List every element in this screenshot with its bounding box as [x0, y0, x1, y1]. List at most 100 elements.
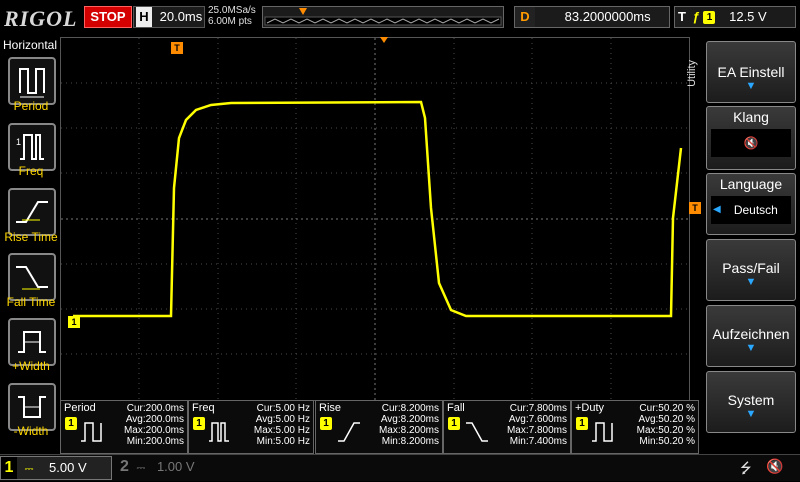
- aufzeichnen-button[interactable]: Aufzeichnen ▼: [706, 305, 796, 367]
- rising-edge-icon: ƒ: [692, 9, 700, 24]
- trigger-level: 12.5 V: [729, 9, 767, 24]
- min-value: Min:50.20 %: [639, 436, 695, 447]
- measurement-name: Rise: [319, 402, 342, 414]
- measurement-values: Cur:7.800ms Avg:7.600ms Max:7.800ms Min:…: [507, 403, 567, 447]
- freq-icon: [209, 422, 229, 442]
- measurement-values: Cur:50.20 % Avg:50.20 % Max:50.20 % Min:…: [637, 403, 695, 447]
- pass-fail-button[interactable]: Pass/Fail ▼: [706, 239, 796, 301]
- average-value: Avg:50.20 %: [638, 414, 695, 425]
- speaker-muted-icon: 🔇: [766, 458, 784, 474]
- measurement-values: Cur:8.200ms Avg:8.200ms Max:8.200ms Min:…: [379, 403, 439, 447]
- max-value: Max:5.00 Hz: [253, 425, 310, 436]
- rise-time-icon: [338, 422, 360, 442]
- channel-1-number: 1: [1, 457, 17, 479]
- waveform-display[interactable]: [60, 37, 690, 401]
- trigger-box[interactable]: T ƒ 1 12.5 V: [674, 6, 796, 28]
- fall-time-icon: [16, 266, 48, 290]
- rise-time-icon: [16, 201, 48, 223]
- average-value: Avg:5.00 Hz: [255, 414, 310, 425]
- measurement-fall[interactable]: Fall 1 Cur:7.800ms Avg:7.600ms Max:7.800…: [443, 400, 571, 454]
- period-icon: [19, 68, 45, 98]
- max-value: Max:8.200ms: [378, 425, 439, 436]
- language-label: Language: [719, 176, 783, 192]
- current-value: Cur:8.200ms: [381, 403, 439, 414]
- delay-label: D: [515, 7, 535, 27]
- max-value: Max:7.800ms: [506, 425, 567, 436]
- measurement-freq[interactable]: Freq 1 Cur:5.00 Hz Avg:5.00 Hz Max:5.00 …: [188, 400, 314, 454]
- sample-rate: 25.0MSa/s: [208, 5, 256, 16]
- channel-chip: 1: [448, 417, 460, 430]
- trigger-level-marker[interactable]: T: [689, 202, 701, 214]
- channel-chip: 1: [320, 417, 332, 430]
- system-label: System: [727, 392, 775, 408]
- fall-time-label: Fall Time: [6, 295, 56, 309]
- average-value: Avg:8.200ms: [380, 414, 439, 425]
- measurement-values: Cur:200.0ms Avg:200.0ms Max:200.0ms Min:…: [124, 403, 184, 447]
- period-label: Period: [13, 99, 49, 113]
- speaker-muted-icon: 🔇: [711, 129, 791, 157]
- current-value: Cur:5.00 Hz: [256, 403, 310, 414]
- channel-2-box[interactable]: 2 ⎓ 1.00 V: [114, 456, 214, 478]
- measurement-rise[interactable]: Rise 1 Cur:8.200ms Avg:8.200ms Max:8.200…: [315, 400, 443, 454]
- rise-time-measure-button[interactable]: [8, 188, 56, 236]
- period-measure-button[interactable]: [8, 57, 56, 105]
- dc-coupling-icon: ⎓: [24, 463, 34, 475]
- system-button[interactable]: System ▼: [706, 371, 796, 433]
- dc-coupling-icon: ⎓: [136, 462, 146, 474]
- current-value: Cur:7.800ms: [509, 403, 567, 414]
- chevron-down-icon: ▼: [745, 408, 757, 420]
- ea-einstell-button[interactable]: EA Einstell ▼: [706, 41, 796, 103]
- measurement-values: Cur:5.00 Hz Avg:5.00 Hz Max:5.00 Hz Min:…: [254, 403, 310, 447]
- timebase-box[interactable]: H 20.0ms: [133, 6, 205, 28]
- neg-width-icon: [18, 396, 46, 418]
- rigol-logo: RIGOL: [4, 6, 78, 31]
- language-value: Deutsch: [733, 203, 778, 217]
- max-value: Max:50.20 %: [636, 425, 695, 436]
- memory-overview-strip[interactable]: [262, 6, 504, 28]
- center-axes: [61, 38, 689, 400]
- channel-1-ground-marker[interactable]: 1: [68, 316, 80, 328]
- usb-icon: ⭍: [740, 460, 752, 476]
- chevron-left-icon: ◀: [713, 204, 721, 215]
- measurement-period[interactable]: Period 1 Cur:200.0ms Avg:200.0ms Max:200…: [60, 400, 188, 454]
- delay-value: 83.2000000ms: [564, 9, 651, 24]
- fall-time-measure-button[interactable]: [8, 253, 56, 301]
- svg-text:1: 1: [16, 137, 21, 147]
- klang-button[interactable]: Klang 🔇: [706, 106, 796, 170]
- rise-time-label: Rise Time: [4, 230, 58, 244]
- timebase-value: 20.0ms: [159, 9, 203, 24]
- duty-icon: [592, 422, 613, 442]
- klang-label: Klang: [733, 109, 769, 125]
- min-value: Min:7.400ms: [509, 436, 567, 447]
- timebase-label: H: [136, 7, 152, 27]
- chevron-down-icon: ▼: [745, 276, 757, 288]
- freq-label: Freq: [18, 164, 44, 178]
- channel-1-trace: [73, 100, 683, 318]
- channel-1-box[interactable]: 1 ⎓ 5.00 V: [0, 456, 112, 480]
- measurement-duty[interactable]: +Duty 1 Cur:50.20 % Avg:50.20 % Max:50.2…: [571, 400, 699, 454]
- measurement-name: +Duty: [575, 402, 605, 414]
- channel-1-scale: 5.00 V: [49, 460, 87, 475]
- aufzeichnen-label: Aufzeichnen: [712, 326, 790, 342]
- chevron-down-icon: ▼: [745, 342, 757, 354]
- trigger-source-chip: 1: [703, 11, 716, 25]
- measurement-name: Period: [64, 402, 96, 414]
- language-value-box: ◀ Deutsch: [711, 196, 791, 224]
- pos-width-icon: [18, 331, 46, 353]
- min-value: Min:200.0ms: [126, 436, 184, 447]
- delay-box[interactable]: D 83.2000000ms: [514, 6, 670, 28]
- trigger-position-marker[interactable]: T: [171, 42, 183, 54]
- channel-chip: 1: [576, 417, 588, 430]
- center-time-marker-icon: [380, 37, 388, 43]
- average-value: Avg:7.600ms: [508, 414, 567, 425]
- utility-menu-title: Utility: [686, 60, 698, 87]
- average-value: Avg:200.0ms: [125, 414, 184, 425]
- run-stop-status[interactable]: STOP: [84, 6, 132, 28]
- language-button[interactable]: Language ◀ Deutsch: [706, 173, 796, 235]
- panel-title: Horizontal: [2, 38, 58, 52]
- freq-icon: 1: [16, 134, 44, 160]
- current-value: Cur:50.20 %: [639, 403, 695, 414]
- channel-chip: 1: [65, 417, 77, 430]
- channel-chip: 1: [193, 417, 205, 430]
- channel-2-scale: 1.00 V: [156, 459, 195, 474]
